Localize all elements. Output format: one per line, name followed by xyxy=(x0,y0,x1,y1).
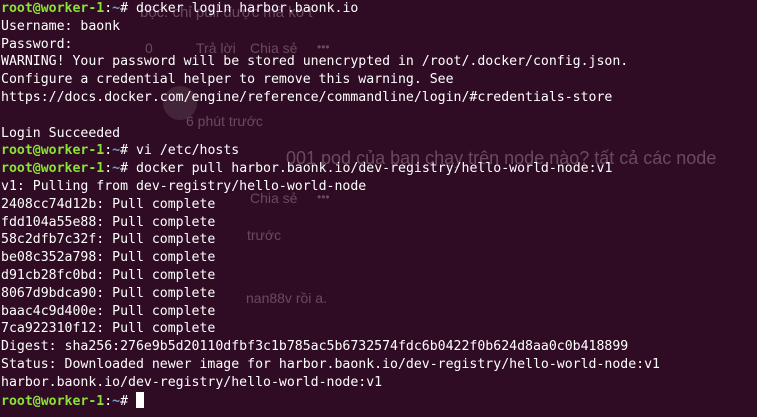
prompt-path: ~ xyxy=(112,1,121,16)
output-line: fdd104a55e88: Pull complete xyxy=(1,214,216,230)
output-line: https://docs.docker.com/engine/reference… xyxy=(1,89,613,105)
output-line: 58c2dfb7c32f: Pull complete xyxy=(1,232,216,248)
output-line: d91cb28fc0bd: Pull complete xyxy=(1,267,216,283)
prompt-line: root@worker-1:~# docker login harbor.bao… xyxy=(1,0,660,18)
output-line: Configure a credential helper to remove … xyxy=(1,72,454,88)
prompt-user-host: root@worker-1 xyxy=(1,1,105,16)
prompt-path: ~ xyxy=(112,143,121,159)
prompt-user-host: root@worker-1 xyxy=(1,161,105,177)
prompt-symbol: # xyxy=(120,393,137,409)
prompt-colon: : xyxy=(104,1,113,16)
output-line: 2408cc74d12b: Pull complete xyxy=(1,196,216,212)
prompt-colon: : xyxy=(104,143,113,159)
command-text: docker login harbor.baonk.io xyxy=(136,1,359,16)
output-line: be08c352a798: Pull complete xyxy=(1,250,216,266)
output-line: WARNING! Your password will be stored un… xyxy=(1,54,629,70)
terminal-output: root@worker-1:~# docker login harbor.bao… xyxy=(1,0,660,409)
output-line: harbor.baonk.io/dev-registry/hello-world… xyxy=(1,374,383,390)
output-line: Login Succeeded xyxy=(1,125,121,141)
output-line: Username: baonk xyxy=(1,18,121,34)
prompt-symbol: # xyxy=(120,1,137,16)
output-line: Password: xyxy=(1,36,73,52)
output-line: Digest: sha256:276e9b5d20110dfbf3c1b785a… xyxy=(1,339,629,355)
prompt-path: ~ xyxy=(112,393,121,409)
prompt-user-host: root@worker-1 xyxy=(1,393,105,409)
prompt-path: ~ xyxy=(112,161,121,177)
terminal-window[interactable]: bộc: chỉ pull được mà ko t 0 Trả lời Chi… xyxy=(0,0,757,417)
prompt-line: root@worker-1:~# docker pull harbor.baon… xyxy=(1,160,660,178)
prompt-colon: : xyxy=(104,393,113,409)
prompt-user-host: root@worker-1 xyxy=(1,143,105,159)
prompt-symbol: # xyxy=(120,143,137,159)
prompt-line: root@worker-1:~# vi /etc/hosts xyxy=(1,142,660,160)
output-line: 8067d9bdca90: Pull complete xyxy=(1,285,216,301)
prompt-symbol: # xyxy=(120,161,137,177)
output-line: v1: Pulling from dev-registry/hello-worl… xyxy=(1,178,367,194)
command-text: docker pull harbor.baonk.io/dev-registry… xyxy=(136,161,613,177)
prompt-line: root@worker-1:~# xyxy=(1,391,660,410)
output-line: baac4c9d400e: Pull complete xyxy=(1,303,216,319)
command-text: vi /etc/hosts xyxy=(136,143,240,159)
prompt-colon: : xyxy=(104,161,113,177)
output-line: Status: Downloaded newer image for harbo… xyxy=(1,356,660,372)
output-line: 7ca922310f12: Pull complete xyxy=(1,321,216,337)
terminal-cursor[interactable] xyxy=(136,391,145,408)
